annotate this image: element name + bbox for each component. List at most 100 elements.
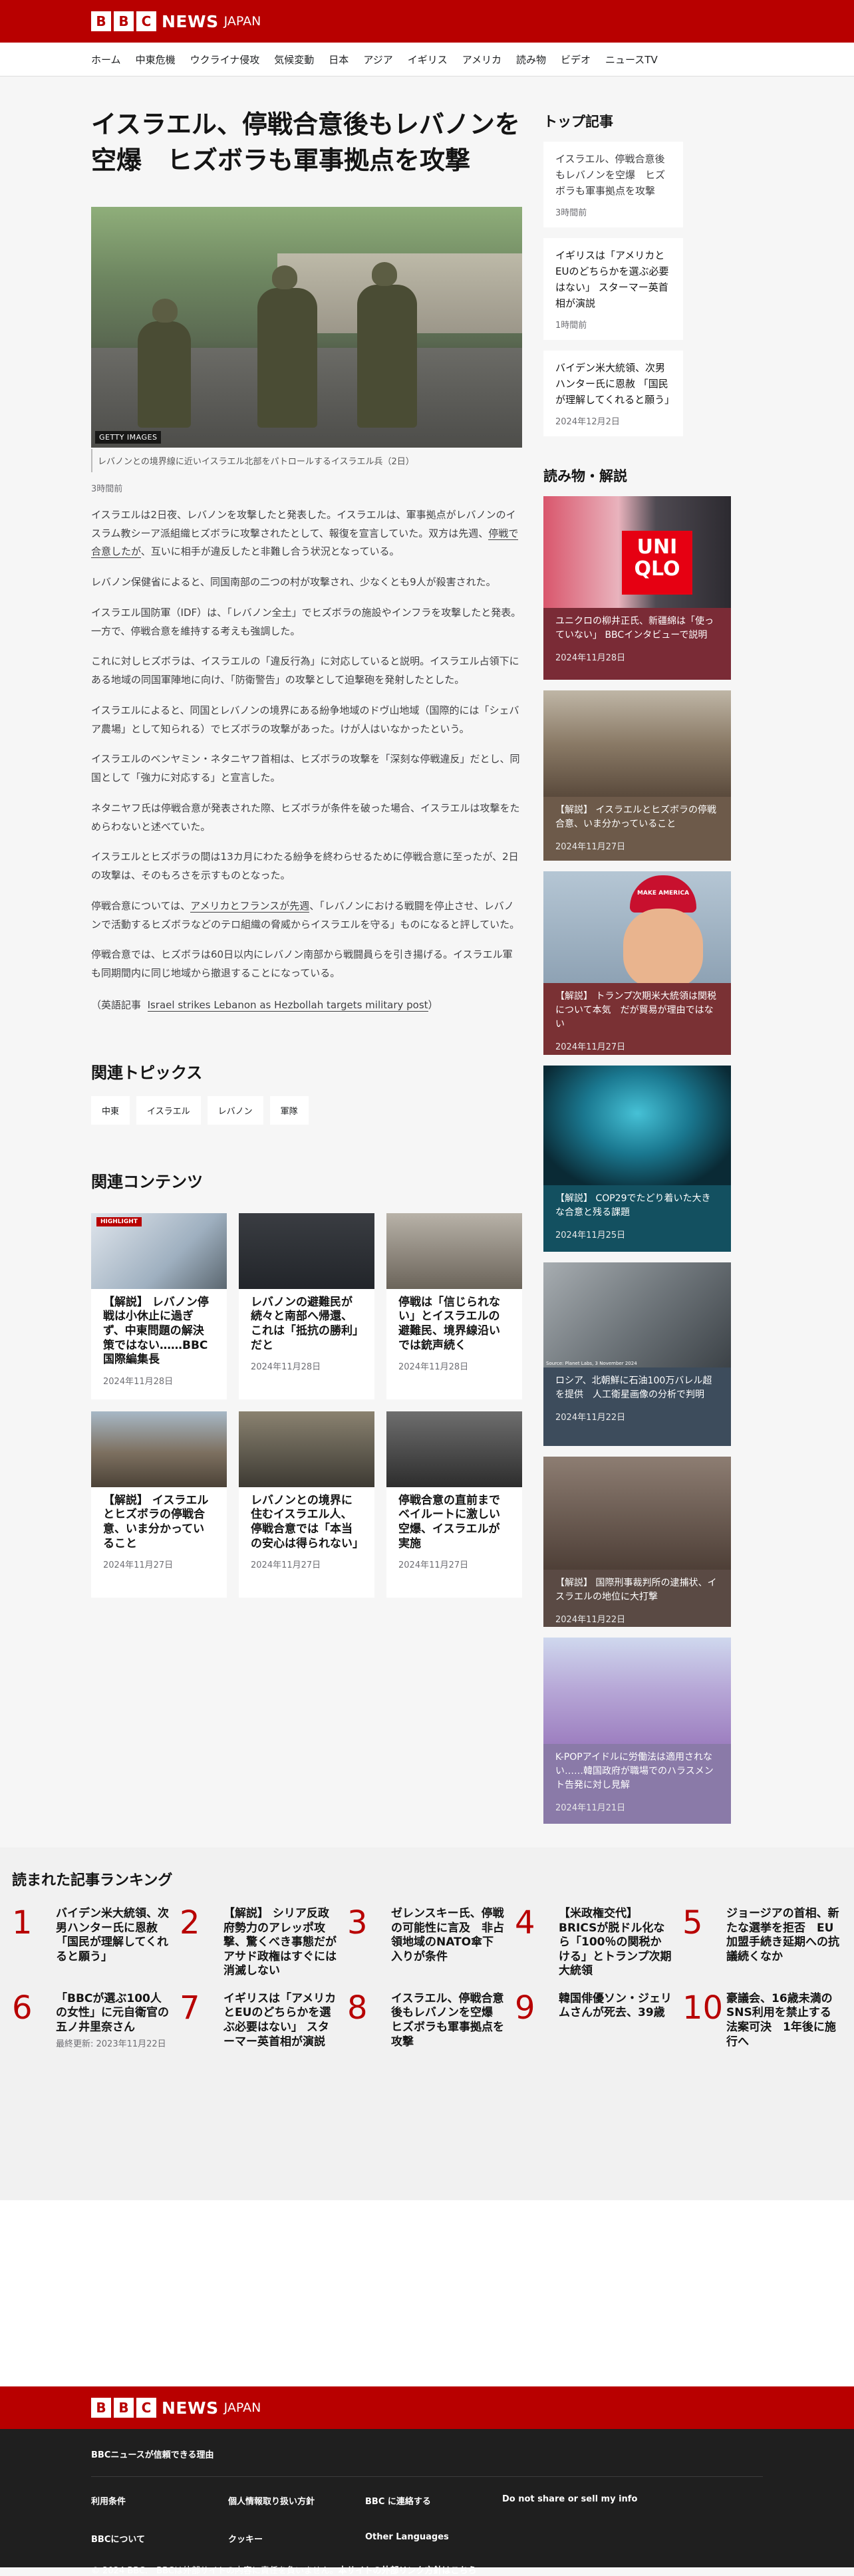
feature-title: ユニクロの柳井正氏、新疆綿は「使っていない」 BBCインタビューで説明 [555,616,714,641]
footer-link-do-not-sell[interactable]: Do not share or sell my info [502,2494,639,2507]
english-article-link[interactable]: Israel strikes Lebanon as Hezbollah targ… [147,998,428,1012]
top-story-date: 1時間前 [555,321,587,331]
related-topics-title: 関連トピックス [91,1063,203,1082]
nav-video[interactable]: ビデオ [561,53,591,67]
brand-news[interactable]: NEWS [162,12,219,31]
source-label: （英語記事 [91,998,142,1011]
sidebar: トップ記事 イスラエル、停戦合意後もレバノンを空爆 ヒズボラも軍事拠点を攻撃 3… [543,99,731,1824]
nav-climate[interactable]: 気候変動 [274,53,314,67]
ranking-number: 4 [515,1904,535,1941]
footer-bbc-logo[interactable]: B B C [91,2398,156,2418]
ranking-item[interactable]: 9 韓国俳優ソン・ジェリムさんが死去、39歳 [515,1992,682,2050]
source-end: ） [428,998,438,1011]
ranking-list: 1 バイデン米大統領、次男ハンター氏に恩赦 「国民が理解してくれると願う」 2 【解… [0,1890,854,2050]
feature-card[interactable]: MAKE AMERICA 【解説】 トランプ次期米大統領は関税について本気 だが… [543,871,731,1055]
feature-image [543,1457,731,1570]
article-paragraph: 停戦合意については、アメリカとフランスが先週、「レバノンにおける戦闘を停止させ、… [91,897,522,934]
footer-brand-japan[interactable]: JAPAN [224,2400,261,2415]
ranking-item[interactable]: 4 【米政権交代】 BRICSが脱ドル化なら「100％の関税かける」とトランプ次期… [515,1907,682,1979]
article-paragraph: これに対しヒズボラは、イスラエルの「違反行為」に対応していると説明。イスラエル占… [91,655,519,686]
ranking-item[interactable]: 10 豪議会、16歳未満のSNS利用を禁止する法案可決 1年後に施行へ [682,1992,850,2050]
feature-date: 2024年11月25日 [555,1230,626,1240]
nav-news-tv[interactable]: ニュースTV [605,53,658,67]
topic-lebanon[interactable]: レバノン [207,1095,263,1125]
footer-brand-news[interactable]: NEWS [162,2398,219,2418]
related-card[interactable]: 停戦は「信じられない」とイスラエルの避難民、境界線沿いでは銃声続く 2024年1… [386,1213,522,1399]
nav-us[interactable]: アメリカ [462,53,501,67]
ranking-item-title: 韓国俳優ソン・ジェリムさんが死去、39歳 [559,1991,672,2020]
nav-ukraine[interactable]: ウクライナ侵攻 [190,53,260,67]
feature-card[interactable]: 【解説】 イスラエルとヒズボラの停戦合意、いま分かっていること 2024年11月… [543,690,731,861]
nav-asia[interactable]: アジア [363,53,392,67]
trust-link[interactable]: BBCニュースが信頼できる理由 [91,2429,763,2460]
ranking-item[interactable]: 5 ジョージアの首相、新たな選挙を拒否 EU加盟手続き延期への抗議続くなか [682,1907,850,1979]
related-card-date: 2024年11月27日 [398,1560,469,1571]
bbc-logo-letter: B [91,2398,111,2418]
ranking-item-title: 【解説】 シリア反政府勢力のアレッポ攻撃、驚くべき事態だがアサド政権はすぐには消… [223,1907,337,1978]
topic-middle-east[interactable]: 中東 [91,1095,130,1125]
footer-link-cookies[interactable]: クッキー [228,2532,365,2545]
footer-link-about[interactable]: BBCについて [91,2532,228,2545]
feature-card[interactable]: 【解説】 COP29でたどり着いた大きな合意と残る課題 2024年11月25日 [543,1066,731,1252]
feature-card[interactable]: UNI QLO ユニクロの柳井正氏、新疆綿は「使っていない」 BBCインタビュー… [543,496,731,680]
ranking-item[interactable]: 1 バイデン米大統領、次男ハンター氏に恩赦 「国民が理解してくれると願う」 [12,1907,180,1979]
brand-japan[interactable]: JAPAN [224,14,261,29]
footer-link-terms[interactable]: 利用条件 [91,2494,228,2507]
ranking-item[interactable]: 8 イスラエル、停戦合意後もレバノンを空爆 ヒズボラも軍事拠点を攻撃 [347,1992,515,2050]
ranking-number: 8 [347,1989,368,2027]
feature-card[interactable]: 【解説】 国際刑事裁判所の逮捕状、イスラエルの地位に大打撃 2024年11月22… [543,1457,731,1627]
bbc-logo-letter: B [91,11,111,31]
feature-date: 2024年11月22日 [555,1413,626,1423]
top-story-item[interactable]: イスラエル、停戦合意後もレバノンを空爆 ヒズボラも軍事拠点を攻撃 3時間前 [543,142,683,227]
related-card[interactable]: レバノンの避難民が続々と南部へ帰還、これは「抵抗の勝利」だと 2024年11月2… [239,1213,374,1399]
topic-military[interactable]: 軍隊 [269,1095,309,1125]
top-story-item[interactable]: バイデン米大統領、次男ハンター氏に恩赦 「国民が理解してくれると願う」 2024… [543,351,683,436]
top-story-date: 3時間前 [555,208,587,218]
related-card[interactable]: 【解説】 イスラエルとヒズボラの停戦合意、いま分かっていること 2024年11月… [91,1411,227,1598]
top-story-title: バイデン米大統領、次男ハンター氏に恩赦 「国民が理解してくれると願う」 [555,362,675,406]
bbc-logo[interactable]: B B C [91,11,156,31]
feature-title: 【解説】 COP29でたどり着いた大きな合意と残る課題 [555,1193,711,1218]
ranking-item[interactable]: 7 イギリスは「アメリカとEUのどちらかを選ぶ必要はない」 スターマー英首相が演説 [180,1992,347,2050]
top-story-item[interactable]: イギリスは「アメリカとEUのどちらかを選ぶ必要はない」 スターマー英首相が演説 … [543,238,683,340]
ranking-section: 読まれた記事ランキング 1 バイデン米大統領、次男ハンター氏に恩赦 「国民が理解し… [0,1848,854,2200]
article-paragraph: レバノン保健省によると、同国南部の二つの村が攻撃され、少なくとも9人が殺害された… [91,576,496,589]
nav-uk[interactable]: イギリス [408,53,448,67]
external-link-policy[interactable]: 本サイトの外部リンク方針はこちら [338,2566,476,2576]
feature-card[interactable]: K-POPアイドルに労働法は適用されない……韓国政府が職場でのハラスメント告発に… [543,1638,731,1824]
footer-link-languages[interactable]: Other Languages [365,2532,502,2545]
red-cap: MAKE AMERICA [630,875,696,913]
footer-link-contact[interactable]: BBC に連絡する [365,2494,502,2507]
article-paragraph: ネタニヤフ氏は停戦合意が発表された際、ヒズボラが条件を破った場合、イスラエルは攻… [91,801,520,833]
top-story-date: 2024年12月2日 [555,417,620,427]
feature-card[interactable]: Source: Planet Labs, 3 November 2024 ロシア… [543,1262,731,1446]
ranking-item-title: ジョージアの首相、新たな選挙を拒否 EU加盟手続き延期への抗議続くなか [726,1907,839,1963]
related-card[interactable]: 停戦合意の直前までベイルートに激しい空爆、イスラエルが実施 2024年11月27… [386,1411,522,1598]
nav-japan[interactable]: 日本 [329,53,349,67]
related-card[interactable]: レバノンとの境界に住むイスラエル人、停戦合意では「本当の安心は得られない」 20… [239,1411,374,1598]
ranking-item[interactable]: 2 【解説】 シリア反政府勢力のアレッポ攻撃、驚くべき事態だがアサド政権はすぐには… [180,1907,347,1979]
nav-middle-east[interactable]: 中東危機 [136,53,176,67]
features-title: 読み物・解説 [543,468,627,484]
highlight-badge: HIGHLIGHT [96,1216,142,1226]
article-hero-image: GETTY IMAGES [91,206,522,448]
nav-features[interactable]: 読み物 [516,53,546,67]
topic-israel[interactable]: イスラエル [136,1095,201,1125]
footer-link-privacy[interactable]: 個人情報取り扱い方針 [228,2494,365,2507]
ranking-item[interactable]: 6 「BBCが選ぶ100人の女性」に元自衛官の五ノ井里奈さん 最終更新: 2023年… [12,1992,180,2050]
article-timestamp: 3時間前 [91,484,123,494]
related-card-title: レバノンとの境界に住むイスラエル人、停戦合意では「本当の安心は得られない」 [251,1493,364,1550]
uniqlo-sign: UNI QLO [622,531,692,595]
ranking-item[interactable]: 3 ゼレンスキー氏、停戦の可能性に言及 非占領地域のNATO傘下入りが条件 [347,1907,515,1979]
inline-link-us-france[interactable]: アメリカとフランスが先週 [190,899,310,913]
feature-title: 【解説】 トランプ次期米大統領は関税について本気 だが貿易が理由ではない [555,991,717,1030]
image-credit: GETTY IMAGES [95,430,162,444]
related-card-date: 2024年11月27日 [251,1560,321,1571]
related-card-title: レバノンの避難民が続々と南部へ帰還、これは「抵抗の勝利」だと [251,1295,358,1352]
related-card-title: 【解説】 イスラエルとヒズボラの停戦合意、いま分かっていること [103,1493,209,1550]
related-card[interactable]: HIGHLIGHT 【解説】 レバノン停戦は小休止に過ぎず、中東問題の解決策では… [91,1213,227,1399]
related-thumbnail [386,1411,522,1487]
related-thumbnail [91,1411,227,1487]
nav-home[interactable]: ホーム [91,53,121,67]
spacer [0,2200,854,2386]
